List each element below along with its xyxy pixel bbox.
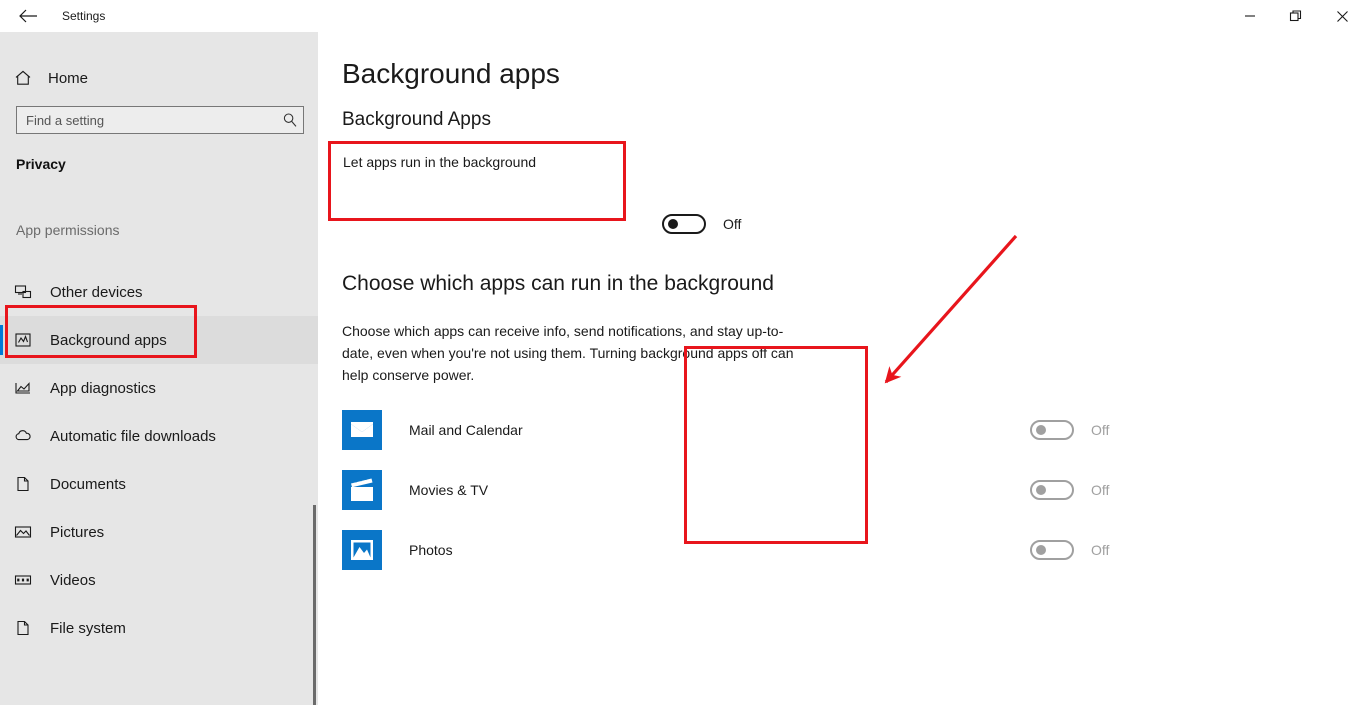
app-toggle-state: Off bbox=[1091, 542, 1110, 558]
minimize-button[interactable] bbox=[1227, 0, 1273, 32]
sidebar-item-label: Background apps bbox=[50, 331, 167, 349]
page-title: Background apps bbox=[342, 58, 560, 89]
app-toggle-state: Off bbox=[1091, 422, 1110, 438]
close-icon bbox=[1336, 10, 1348, 22]
sidebar-item-label: Automatic file downloads bbox=[50, 427, 216, 445]
toggle-knob bbox=[1036, 485, 1046, 495]
app-toggle-switch-photos[interactable] bbox=[1030, 540, 1074, 560]
list-item: Movies & TV bbox=[342, 460, 902, 520]
sidebar-nav-list: Other devices Background apps App diagno… bbox=[0, 268, 318, 652]
app-toggle-row: Off bbox=[1030, 520, 1109, 580]
sidebar-item-videos[interactable]: Videos bbox=[0, 556, 318, 604]
sidebar-item-app-diagnostics[interactable]: App diagnostics bbox=[0, 364, 318, 412]
search-input[interactable] bbox=[17, 112, 277, 128]
list-item: Mail and Calendar bbox=[342, 400, 902, 460]
sidebar-item-pictures[interactable]: Pictures bbox=[0, 508, 318, 556]
diagnostics-icon bbox=[14, 379, 40, 397]
app-toggle-state: Off bbox=[1091, 482, 1110, 498]
sidebar-scrollbar[interactable] bbox=[313, 505, 316, 705]
sidebar-item-other-devices[interactable]: Other devices bbox=[0, 268, 318, 316]
background-apps-icon bbox=[14, 331, 40, 349]
app-name: Photos bbox=[409, 542, 453, 558]
movies-app-icon bbox=[342, 470, 382, 510]
settings-window: Settings Home Find a setting Privacy App… bbox=[0, 0, 1365, 705]
mail-app-icon bbox=[342, 410, 382, 450]
restore-button[interactable] bbox=[1273, 0, 1319, 32]
sidebar-item-label: App diagnostics bbox=[50, 379, 156, 397]
sidebar: Home Privacy App permissions bbox=[0, 32, 318, 705]
back-arrow-icon bbox=[19, 9, 37, 23]
sidebar-item-label: File system bbox=[50, 619, 126, 637]
master-toggle-label: Let apps run in the background bbox=[343, 154, 537, 170]
master-toggle-switch[interactable] bbox=[662, 214, 706, 234]
app-toggle-switch-mail[interactable] bbox=[1030, 420, 1074, 440]
close-button[interactable] bbox=[1319, 0, 1365, 32]
sidebar-item-automatic-file-downloads[interactable]: Automatic file downloads bbox=[0, 412, 318, 460]
choose-apps-description: Choose which apps can receive info, send… bbox=[342, 323, 794, 383]
document-icon bbox=[14, 475, 40, 493]
app-name: Movies & TV bbox=[409, 482, 489, 498]
window-title: Settings bbox=[62, 9, 106, 23]
section-heading: Background Apps bbox=[342, 109, 491, 130]
sidebar-item-documents[interactable]: Documents bbox=[0, 460, 318, 508]
sidebar-group-label: App permissions bbox=[16, 222, 120, 238]
sidebar-item-label: Videos bbox=[50, 571, 96, 589]
sidebar-item-file-system[interactable]: File system bbox=[0, 604, 318, 652]
app-name: Mail and Calendar bbox=[409, 422, 523, 438]
devices-icon bbox=[14, 283, 40, 301]
sidebar-item-label: Other devices bbox=[50, 283, 143, 301]
back-button[interactable] bbox=[6, 0, 50, 32]
cloud-icon bbox=[14, 427, 40, 445]
sidebar-item-label: Pictures bbox=[50, 523, 105, 541]
sidebar-item-background-apps[interactable]: Background apps bbox=[0, 316, 318, 364]
app-toggle-switch-movies[interactable] bbox=[1030, 480, 1074, 500]
master-toggle-row: Off bbox=[662, 214, 741, 234]
app-toggle-row: Off bbox=[1030, 400, 1109, 460]
video-icon bbox=[14, 571, 40, 589]
master-toggle-state: Off bbox=[723, 216, 742, 232]
minimize-icon bbox=[1245, 15, 1255, 17]
search-icon bbox=[277, 112, 303, 128]
toggle-knob bbox=[1036, 425, 1046, 435]
sidebar-item-label: Documents bbox=[50, 475, 126, 493]
window-controls bbox=[1227, 0, 1365, 32]
picture-icon bbox=[14, 523, 40, 541]
choose-apps-heading: Choose which apps can run in the backgro… bbox=[342, 272, 774, 295]
document-icon bbox=[14, 619, 40, 637]
toggle-knob bbox=[668, 219, 678, 229]
toggle-knob bbox=[1036, 545, 1046, 555]
sidebar-item-home-label: Home bbox=[48, 69, 89, 87]
restore-icon bbox=[1289, 10, 1302, 22]
sidebar-section-title: Privacy bbox=[16, 156, 66, 172]
photos-app-icon bbox=[342, 530, 382, 570]
app-toggle-list: Off Off Off bbox=[1030, 400, 1109, 580]
app-list: Mail and Calendar Movies & TV Photos bbox=[342, 400, 902, 580]
home-icon bbox=[14, 69, 40, 87]
list-item: Photos bbox=[342, 520, 902, 580]
title-bar: Settings bbox=[0, 0, 1365, 32]
sidebar-item-home[interactable]: Home bbox=[0, 58, 318, 98]
app-toggle-row: Off bbox=[1030, 460, 1109, 520]
search-box[interactable] bbox=[16, 106, 304, 134]
main-content: Background apps Background Apps Let apps… bbox=[318, 32, 1365, 705]
